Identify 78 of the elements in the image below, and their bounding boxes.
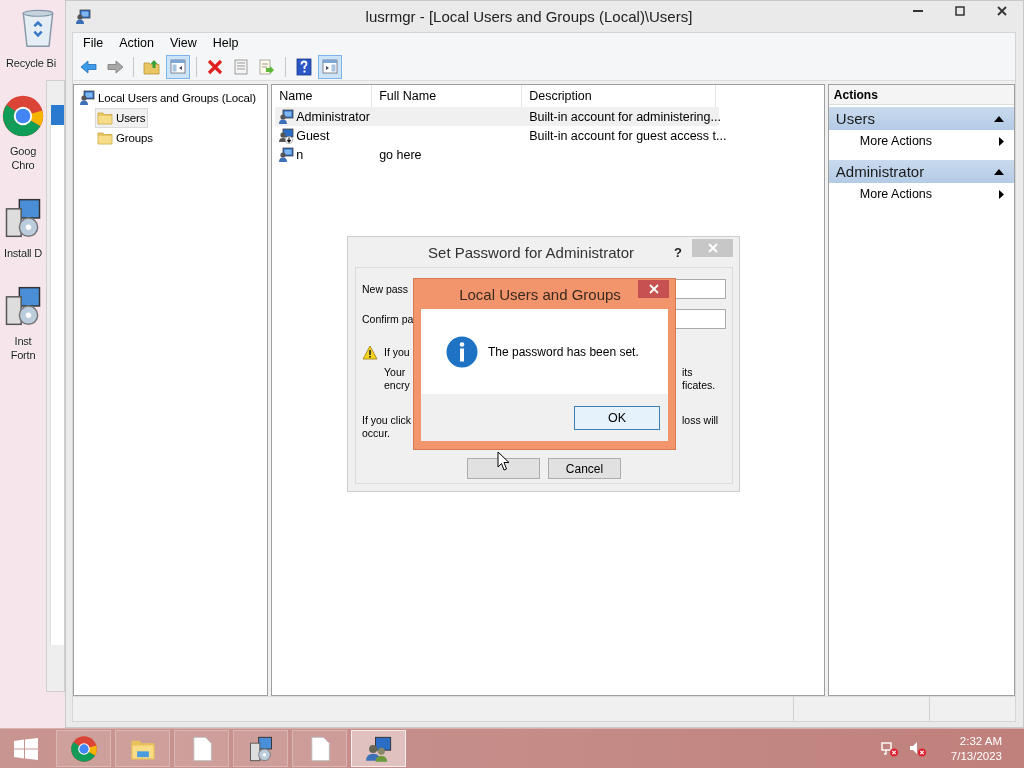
submenu-arrow-icon [999, 136, 1004, 146]
tree-item[interactable]: Groups [95, 128, 156, 148]
cursor-icon [497, 451, 511, 472]
message-text: The password has been set. [488, 344, 639, 359]
help-icon [295, 57, 313, 76]
section-header[interactable]: Users [828, 107, 1014, 130]
close-button[interactable] [638, 280, 669, 298]
guest-user-icon [278, 127, 295, 144]
close-icon [997, 6, 1007, 16]
ok-button[interactable] [467, 458, 540, 479]
desktop-icon-label[interactable]: Recycle Bi [6, 56, 56, 70]
chrome-icon [1, 94, 45, 138]
cancel-button[interactable]: Cancel [548, 458, 621, 479]
user-icon [278, 146, 295, 163]
forward-arrow-icon [106, 57, 124, 76]
collapse-arrow-icon [994, 115, 1004, 122]
dialog-title: Set Password for Administrator [427, 243, 635, 261]
computer-users-icon [79, 90, 95, 106]
list-row[interactable]: Administrator Built-in account for administering... [275, 107, 720, 126]
desktop-icon-label[interactable]: Inst Fortn [10, 334, 36, 362]
pane-icon [169, 57, 187, 76]
table-cell: go here [379, 147, 422, 162]
table-cell: Administrator [296, 109, 370, 124]
action-item[interactable]: More Actions [828, 130, 1014, 152]
tree-item[interactable]: Users [95, 108, 149, 128]
back-arrow-icon [80, 57, 98, 76]
dialog-title: Local Users and Groups [458, 285, 622, 303]
chrome-icon [69, 734, 98, 763]
windows-logo-icon [14, 737, 38, 760]
help-button[interactable]: ? [674, 244, 682, 260]
collapse-arrow-icon [994, 168, 1004, 175]
pane-title: Actions [828, 85, 1014, 105]
menu-item[interactable]: Action [111, 35, 162, 51]
window-title: lusrmgr - [Local Users and Groups (Local)\Users] [364, 8, 694, 25]
list-row[interactable]: n go here [275, 145, 720, 164]
dialog-text: encry [384, 379, 410, 392]
table-cell: Built-in account for guest access t... [529, 128, 727, 143]
table-cell: n [296, 147, 304, 162]
maximize-icon [955, 6, 965, 16]
close-icon [707, 243, 718, 253]
delete-icon [206, 57, 224, 76]
table-cell: Guest [296, 128, 330, 143]
dialog-text: ficates. [682, 379, 717, 392]
tree-item[interactable]: Local Users and Groups (Local) [77, 88, 259, 108]
volume-muted-icon[interactable] [908, 740, 927, 757]
dialog-text: If you click [362, 414, 411, 427]
taskbar-button[interactable] [233, 730, 288, 767]
field-label: Confirm pa [362, 313, 414, 325]
taskbar-button[interactable] [351, 730, 406, 767]
pane-icon [321, 57, 339, 76]
field-label: New pass [362, 283, 409, 295]
desktop-icon-label[interactable]: Install D [4, 246, 42, 260]
network-error-icon[interactable] [880, 740, 899, 757]
section-header[interactable]: Administrator [828, 160, 1014, 183]
dialog-text: loss will [682, 414, 720, 427]
export-icon [258, 57, 276, 76]
close-icon [648, 284, 659, 294]
minimize-icon [913, 9, 923, 13]
dialog-text: If you [384, 346, 410, 358]
dialog-text: Your [384, 366, 406, 379]
warning-icon [362, 344, 378, 360]
menu-item[interactable]: View [161, 35, 205, 51]
info-icon [446, 335, 478, 368]
submenu-arrow-icon [999, 189, 1004, 199]
user-icon [278, 108, 295, 125]
menu-item[interactable]: Help [204, 35, 247, 51]
dialog-text: occur. [362, 427, 390, 440]
folder-icon [97, 131, 113, 145]
menu-item[interactable]: File [75, 35, 112, 51]
properties-icon [232, 57, 250, 76]
action-item[interactable]: More Actions [828, 183, 1014, 205]
desktop-icon-label[interactable]: Goog Chro [9, 144, 37, 172]
dialog-text: its [682, 366, 694, 379]
folder-icon [97, 111, 113, 125]
ok-button[interactable]: OK [574, 405, 660, 430]
users-icon [364, 734, 393, 763]
app-icon [75, 8, 91, 25]
table-cell: Built-in account for administering... [529, 109, 721, 124]
